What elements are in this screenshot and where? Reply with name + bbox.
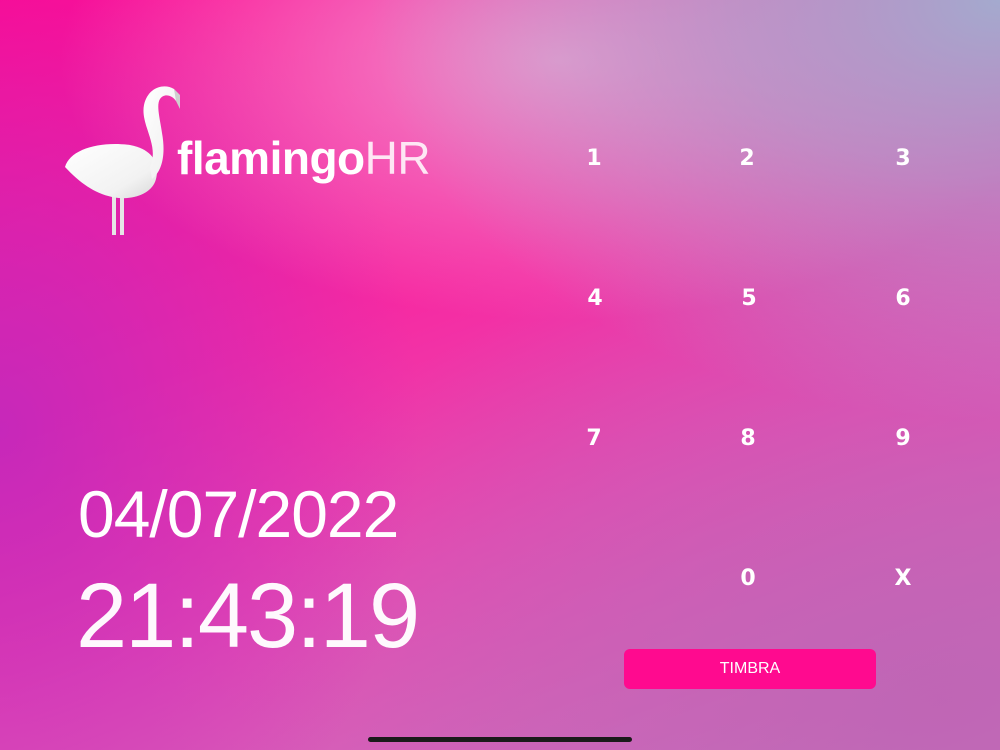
logo-wordmark-light: HR [364, 132, 431, 184]
app-logo: flamingoHR [60, 75, 440, 240]
keypad-key-0[interactable]: 0 [718, 559, 778, 599]
flamingo-icon [65, 86, 180, 235]
home-indicator[interactable] [368, 737, 632, 742]
keypad-key-3[interactable]: 3 [873, 139, 933, 179]
keypad-key-8[interactable]: 8 [718, 419, 778, 459]
current-date: 04/07/2022 [78, 477, 399, 551]
keypad-key-2[interactable]: 2 [717, 139, 777, 179]
keypad-key-5[interactable]: 5 [719, 279, 779, 319]
keypad-key-9[interactable]: 9 [873, 419, 933, 459]
keypad-key-6[interactable]: 6 [873, 279, 933, 319]
keypad-key-4[interactable]: 4 [565, 279, 625, 319]
keypad-clear-button[interactable]: X [873, 559, 933, 599]
logo-wordmark-bold: flamingo [177, 132, 365, 184]
current-time: 21:43:19 [76, 565, 420, 667]
timbra-button[interactable]: TIMBRA [624, 649, 876, 689]
keypad-key-7[interactable]: 7 [564, 419, 624, 459]
logo-wordmark: flamingoHR [177, 132, 431, 184]
keypad-key-1[interactable]: 1 [564, 139, 624, 179]
